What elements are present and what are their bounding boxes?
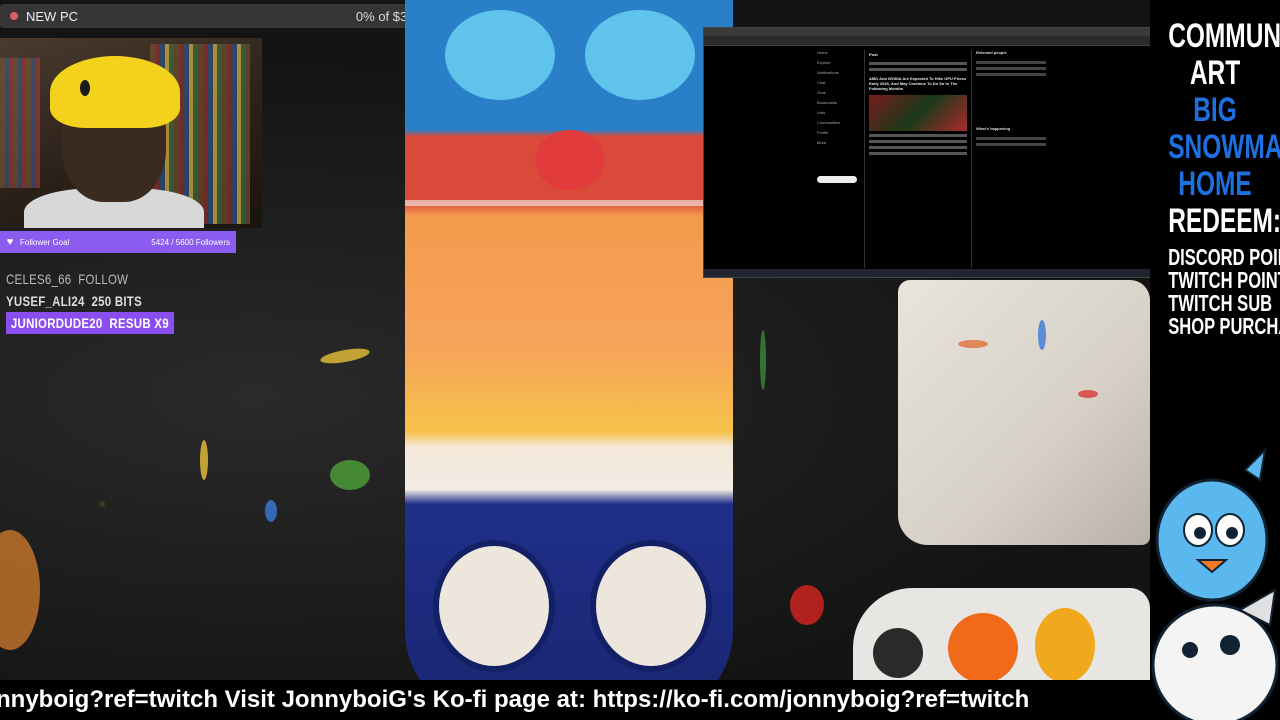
nav-item[interactable]: Lists bbox=[817, 110, 867, 120]
community-line: REDEEM: bbox=[1168, 202, 1280, 240]
event-item: CELES6_66 FOLLOW bbox=[6, 268, 174, 290]
painted-shape bbox=[585, 10, 695, 100]
ticker-text: nnyboig?ref=twitch Visit JonnyboiG's Ko-… bbox=[0, 686, 1030, 713]
paint-splatter bbox=[1078, 390, 1098, 398]
paint-splatter bbox=[265, 500, 277, 522]
skateboard-deck-painting bbox=[405, 0, 733, 720]
taskbar[interactable] bbox=[704, 269, 1151, 277]
event-user: CELES6_66 bbox=[6, 271, 72, 287]
community-art-text: COMMUNITY ART BIG SNOWMAN HOME REDEEM: D… bbox=[1150, 18, 1280, 338]
goal-icon bbox=[10, 12, 18, 20]
redeem-option: SHOP PURCHASE bbox=[1168, 313, 1280, 339]
paint-towel bbox=[898, 280, 1150, 545]
community-line: SNOWMAN bbox=[1168, 128, 1280, 166]
painted-eye bbox=[590, 540, 712, 672]
donation-goal-bar: NEW PC 0% of $3500 Goal bbox=[0, 4, 466, 28]
nav-item[interactable]: Chat bbox=[817, 80, 867, 90]
address-bar[interactable] bbox=[704, 36, 1151, 46]
event-user: YUSEF_ALI24 bbox=[6, 293, 85, 309]
text-line bbox=[869, 146, 967, 149]
paint-splatter bbox=[1038, 320, 1046, 350]
follower-goal-label: Follower Goal bbox=[20, 237, 70, 247]
text-line bbox=[976, 73, 1046, 76]
event-item: JUNIORDUDE20 RESUB X9 bbox=[6, 312, 174, 334]
paint-splatter bbox=[330, 460, 370, 490]
community-line: COMMUNITY bbox=[1168, 17, 1280, 55]
community-line: BIG bbox=[1193, 91, 1237, 129]
text-line bbox=[976, 137, 1046, 140]
nav-item[interactable]: More bbox=[817, 140, 867, 150]
paint-splatter bbox=[790, 585, 824, 625]
relevant-people-title: Relevant people bbox=[976, 50, 1007, 55]
painted-shape bbox=[445, 10, 555, 100]
browser-tabs[interactable] bbox=[704, 28, 1151, 36]
text-line bbox=[869, 140, 967, 143]
follower-goal-bar: ♥ Follower Goal 5424 / 5600 Followers bbox=[0, 231, 236, 253]
kofi-ticker: nnyboig?ref=twitch Visit JonnyboiG's Ko-… bbox=[0, 680, 1150, 720]
community-line: ART bbox=[1189, 54, 1241, 92]
nav-item[interactable]: Home bbox=[817, 50, 867, 60]
nav-item[interactable]: Profile bbox=[817, 130, 867, 140]
text-line bbox=[976, 67, 1046, 70]
paint-splatter bbox=[958, 340, 988, 348]
paint-splatter bbox=[760, 330, 766, 390]
event-user: JUNIORDUDE20 bbox=[10, 315, 103, 331]
painted-highlight bbox=[405, 200, 733, 206]
paint-splatter bbox=[200, 440, 208, 480]
redeem-option: TWITCH SUB bbox=[1168, 290, 1273, 316]
recent-events: CELES6_66 FOLLOW YUSEF_ALI24 250 BITS JU… bbox=[6, 268, 211, 334]
painted-eye bbox=[433, 540, 555, 672]
heart-icon: ♥ bbox=[6, 236, 14, 248]
text-line bbox=[869, 62, 967, 65]
community-line: HOME bbox=[1178, 165, 1252, 203]
event-action: RESUB X9 bbox=[109, 315, 169, 331]
feed-title: Post bbox=[869, 52, 878, 57]
site-nav: Home Explore Notifications Chat Grok Boo… bbox=[817, 50, 867, 150]
event-action: 250 BITS bbox=[91, 293, 142, 309]
goal-title: NEW PC bbox=[26, 8, 78, 24]
paint-well bbox=[873, 628, 923, 678]
painted-nose bbox=[535, 130, 605, 190]
redeem-option: DISCORD POINTS bbox=[1168, 244, 1280, 270]
nav-item[interactable]: Communities bbox=[817, 120, 867, 130]
mascot-illustration bbox=[1150, 440, 1280, 720]
paint-well bbox=[1035, 608, 1095, 683]
whats-happening-title: What's happening bbox=[976, 126, 1011, 131]
nav-item[interactable]: Bookmarks bbox=[817, 100, 867, 110]
nav-item[interactable]: Notifications bbox=[817, 70, 867, 80]
pikachu-hat bbox=[50, 56, 180, 128]
paint-well bbox=[948, 613, 1018, 683]
text-line bbox=[869, 152, 967, 155]
bookshelf bbox=[0, 58, 40, 188]
post-button[interactable] bbox=[817, 176, 857, 183]
webcam-feed bbox=[0, 38, 262, 228]
hat-eye bbox=[80, 80, 90, 96]
nav-item[interactable]: Grok bbox=[817, 90, 867, 100]
text-line bbox=[869, 68, 967, 71]
text-line bbox=[976, 143, 1046, 146]
redeem-option: TWITCH POINTS bbox=[1168, 267, 1280, 293]
text-line bbox=[976, 61, 1046, 64]
event-item: YUSEF_ALI24 250 BITS bbox=[6, 290, 174, 312]
post-feed: Post AMD And NVIDIA Are Expected To Hike… bbox=[864, 50, 972, 268]
text-line bbox=[869, 134, 967, 137]
browser-window[interactable]: Home Explore Notifications Chat Grok Boo… bbox=[703, 27, 1152, 278]
nav-item[interactable]: Explore bbox=[817, 60, 867, 70]
article-thumbnail[interactable] bbox=[869, 95, 967, 131]
event-action: FOLLOW bbox=[78, 271, 129, 287]
right-rail: Relevant people What's happening bbox=[976, 50, 1046, 149]
article-headline[interactable]: AMD And NVIDIA Are Expected To Hike GPU … bbox=[865, 74, 971, 93]
follower-goal-value: 5424 / 5600 Followers bbox=[151, 237, 230, 247]
